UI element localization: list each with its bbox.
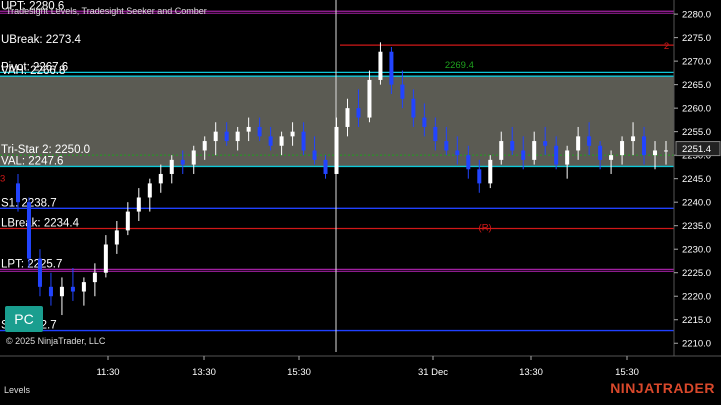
candle-body [268, 136, 273, 146]
candle-body [81, 282, 86, 292]
candle-body [114, 230, 119, 245]
price-axis-label: 2275.0 [682, 33, 711, 44]
time-axis-label: 31 Dec [418, 367, 448, 378]
price-axis-label: 2245.0 [682, 174, 711, 185]
level-label-lpt: LPT: 2225.7 [1, 258, 62, 270]
price-axis-label: 2215.0 [682, 315, 711, 326]
chart-canvas[interactable]: UPT: 2280.6UBreak: 2273.4Pivot: 2267.6VA… [0, 0, 721, 400]
candle-body [235, 131, 240, 142]
candle-body [136, 197, 141, 212]
price-chart[interactable]: UPT: 2280.6 UBreak: 2273.4 Pivot: 2267.6 VA… [0, 0, 721, 400]
candle-body [356, 108, 361, 118]
candle-body [444, 141, 449, 151]
candle-body [433, 126, 438, 142]
chart-annotation: 3 [0, 174, 5, 185]
candle-body [312, 150, 317, 160]
candle-body [70, 286, 75, 292]
price-axis-label: 2260.0 [682, 104, 711, 115]
candle-body [488, 159, 493, 184]
candle-body [378, 51, 383, 80]
last-price-label: 2251.4 [682, 144, 711, 155]
time-axis-label: 13:30 [519, 367, 543, 378]
level-label-lbreak: LBreak: 2234.4 [1, 218, 80, 230]
candle-body [631, 136, 636, 142]
candle-body [26, 202, 31, 259]
level-label-vah: VAH: 2266.8 [1, 65, 65, 77]
price-axis-label: 2225.0 [682, 268, 711, 279]
candle-body [59, 286, 64, 297]
candle-body [16, 183, 20, 203]
candle-body [125, 211, 130, 231]
candle-body [587, 136, 592, 146]
candle-body [301, 131, 306, 151]
candle-body [246, 126, 251, 132]
level-label-val: VAL: 2247.6 [1, 155, 63, 167]
candle-body [565, 150, 570, 165]
candle-body [48, 286, 53, 297]
candle-body [664, 150, 668, 152]
candle-body [411, 98, 416, 118]
candle-body [598, 145, 603, 160]
price-axis-label: 2270.0 [682, 57, 711, 68]
time-axis-label: 15:30 [615, 367, 639, 378]
candle-body [642, 136, 647, 156]
candle-body [609, 155, 614, 160]
candle-body [422, 117, 427, 127]
candle-body [334, 126, 339, 174]
candle-body [510, 141, 515, 151]
candle-body [477, 169, 482, 184]
candle-body [279, 136, 284, 146]
copyright-text: © 2025 NinjaTrader, LLC [6, 336, 106, 346]
candle-body [191, 150, 196, 165]
candle-body [521, 150, 526, 160]
candle-body [653, 150, 658, 156]
candle-body [224, 131, 229, 142]
indicator-title: Tradesight Levels, Tradesight Seeker and… [6, 6, 207, 16]
candle-body [158, 173, 163, 184]
time-axis-label: 13:30 [192, 367, 216, 378]
candle-body [323, 159, 328, 174]
candle-body [499, 141, 504, 160]
candle-body [37, 258, 42, 287]
price-axis-label: 2240.0 [682, 198, 711, 209]
price-axis-label: 2280.0 [682, 10, 711, 21]
candle-body [576, 136, 581, 151]
candle-body [532, 141, 537, 160]
candle-body [543, 141, 548, 146]
candle-body [169, 159, 174, 174]
price-axis-label: 2255.0 [682, 127, 711, 138]
chart-annotation: 2269.4 [445, 60, 474, 71]
candle-body [400, 84, 405, 99]
time-axis-label: 15:30 [287, 367, 311, 378]
candle-body [257, 126, 262, 137]
chart-annotation: (R) [479, 223, 492, 234]
candle-body [202, 141, 207, 151]
candle-body [554, 145, 559, 165]
price-axis-label: 2230.0 [682, 245, 711, 256]
price-axis-label: 2210.0 [682, 339, 711, 350]
price-axis-label: 2265.0 [682, 80, 711, 91]
candle-body [367, 79, 372, 118]
candle-body [147, 183, 152, 198]
ninjatrader-logo: NINJATRADER [610, 380, 715, 396]
price-axis-label: 2220.0 [682, 292, 711, 303]
candle-body [466, 155, 471, 170]
level-label-ubreak: UBreak: 2273.4 [1, 34, 82, 46]
tab-levels[interactable]: Levels [4, 385, 30, 395]
price-axis-label: 2235.0 [682, 221, 711, 232]
level-label-tristar: Tri-Star 2: 2250.0 [1, 144, 90, 156]
chart-annotation: 2 [664, 41, 669, 52]
candle-body [455, 150, 460, 156]
candle-body [345, 108, 350, 127]
pc-button[interactable]: PC [5, 306, 43, 332]
candle-body [290, 131, 295, 137]
candle-body [103, 244, 108, 273]
candle-body [180, 159, 185, 165]
candle-body [213, 131, 218, 142]
candle-body [389, 51, 394, 85]
time-axis-label: 11:30 [96, 367, 119, 378]
candle-body [620, 141, 625, 156]
candle-body [92, 272, 97, 283]
